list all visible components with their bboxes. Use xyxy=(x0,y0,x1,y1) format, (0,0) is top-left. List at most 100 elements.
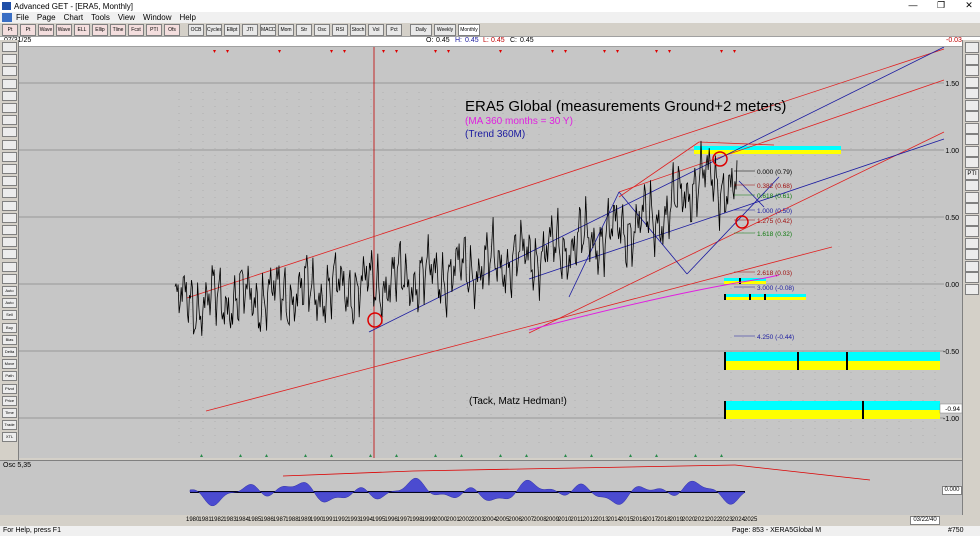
right-tool-15[interactable] xyxy=(965,214,979,226)
toolbar-button-tline[interactable]: Tline xyxy=(110,24,126,36)
right-tool-18[interactable] xyxy=(965,249,979,260)
sell-signal-arrow xyxy=(382,50,385,53)
toolbar-button-cycles[interactable]: Cycles xyxy=(206,24,222,36)
toolbar-button-macd[interactable]: MACD xyxy=(260,24,276,36)
toolbar-button-fcst[interactable]: Fcst xyxy=(128,24,144,36)
toolbar-button-pct[interactable]: Pct xyxy=(386,24,402,36)
projection-band xyxy=(724,401,940,410)
left-tool-15[interactable] xyxy=(2,225,17,235)
left-tool-18[interactable] xyxy=(2,261,17,272)
projection-band xyxy=(694,146,841,150)
left-tool-32[interactable]: XTL xyxy=(2,432,17,443)
right-tool-1[interactable] xyxy=(965,53,979,65)
menu-view[interactable]: View xyxy=(118,13,135,22)
toolbar-button-vol[interactable]: Vol xyxy=(368,24,384,36)
left-tool-1[interactable] xyxy=(2,54,17,65)
left-tool-19[interactable] xyxy=(2,273,17,284)
left-tool-3[interactable] xyxy=(2,78,17,89)
toolbar-button-pt[interactable]: Pt xyxy=(20,24,36,36)
toolbar-button-weekly[interactable]: Weekly xyxy=(434,24,456,36)
right-tool-0[interactable] xyxy=(965,42,979,53)
left-tool-12[interactable] xyxy=(2,188,17,199)
menu-page[interactable]: Page xyxy=(37,13,56,22)
minimize-button[interactable]: — xyxy=(906,0,920,11)
right-tool-14[interactable] xyxy=(965,203,979,214)
toolbar-button-ofs[interactable]: Ofs xyxy=(164,24,180,36)
left-tool-27[interactable]: Path Reg xyxy=(2,371,17,382)
toolbar-button-str[interactable]: Str xyxy=(296,24,312,36)
toolbar-button-stoch[interactable]: Stoch xyxy=(350,24,366,36)
right-tool-13[interactable] xyxy=(965,191,979,203)
toolbar-button-mom[interactable]: Mom xyxy=(278,24,294,36)
price-chart-svg[interactable]: 0.000 (0.79) 0.382 (0.68) 0.618 (0.61) 1.00… xyxy=(19,46,963,458)
left-tool-26[interactable]: Move Arm xyxy=(2,359,17,370)
left-tool-31[interactable]: Trade Profile xyxy=(2,420,17,431)
left-tool-13[interactable] xyxy=(2,200,17,211)
menu-help[interactable]: Help xyxy=(179,13,195,22)
toolbar-button-osc[interactable]: Osc xyxy=(314,24,330,36)
right-tool-10[interactable] xyxy=(965,157,979,168)
menu-window[interactable]: Window xyxy=(143,13,171,22)
left-tool-30[interactable]: Time Cross xyxy=(2,408,17,418)
left-tool-8[interactable] xyxy=(2,139,17,150)
right-tool-19[interactable] xyxy=(965,260,979,272)
right-tool-20[interactable] xyxy=(965,272,979,283)
right-tool-3[interactable] xyxy=(965,76,979,88)
left-tool-28[interactable]: Pivot xyxy=(2,383,17,394)
toolbar-button-ell[interactable]: ELL xyxy=(74,24,90,36)
menu-file[interactable]: File xyxy=(16,13,29,22)
left-tool-22[interactable]: Sell Bank xyxy=(2,310,17,321)
y-tick-label: 1.50 xyxy=(945,81,959,88)
toolbar-button-jti[interactable]: JTI xyxy=(242,24,258,36)
close-button[interactable]: ✕ xyxy=(962,0,976,11)
left-tool-2[interactable] xyxy=(2,66,17,77)
right-tool-5[interactable] xyxy=(965,99,979,111)
right-tool-9[interactable] xyxy=(965,145,979,157)
left-tool-5[interactable] xyxy=(2,103,17,113)
right-tool-8[interactable] xyxy=(965,134,979,145)
right-tool-12[interactable] xyxy=(965,180,979,191)
toolbar-button-wave[interactable]: Wave xyxy=(56,24,72,36)
toolbar-button-daily[interactable]: Daily xyxy=(410,24,432,36)
price-chart[interactable]: 0.000 (0.79) 0.382 (0.68) 0.618 (0.61) 1.00… xyxy=(19,46,963,458)
fib-level-label: 2.618 (0.03) xyxy=(757,270,792,277)
left-tool-0[interactable] xyxy=(2,42,17,52)
toolbar-button-rsi[interactable]: RSI xyxy=(332,24,348,36)
projection-band xyxy=(724,410,940,419)
toolbar-button-pt[interactable]: Pt xyxy=(2,24,18,36)
right-tool-11[interactable]: PTI xyxy=(965,168,979,180)
x-tick-label: 2019 xyxy=(669,517,683,523)
left-tool-29[interactable]: Price Cross xyxy=(2,395,17,406)
right-tool-7[interactable] xyxy=(965,122,979,134)
toolbar-button-ellip[interactable]: Ellip xyxy=(92,24,108,36)
right-tool-2[interactable] xyxy=(965,65,979,76)
left-tool-17[interactable] xyxy=(2,249,17,260)
left-tool-24[interactable]: Bias xyxy=(2,334,17,345)
left-tool-20[interactable]: Auto Gann xyxy=(2,286,17,296)
left-tool-11[interactable] xyxy=(2,176,17,187)
left-tool-6[interactable] xyxy=(2,115,17,126)
oscillator-pane[interactable]: Osc 5,35 0.000 xyxy=(0,460,962,515)
right-tool-4[interactable] xyxy=(965,88,979,99)
left-tool-21[interactable]: Auto Trend xyxy=(2,298,17,309)
toolbar-button-monthly[interactable]: Monthly xyxy=(458,24,480,36)
toolbar-button-ellipt[interactable]: Ellipt xyxy=(224,24,240,36)
left-tool-16[interactable] xyxy=(2,237,17,248)
menu-chart[interactable]: Chart xyxy=(64,13,84,22)
left-tool-4[interactable] xyxy=(2,90,17,101)
left-tool-23[interactable]: Buy Bank xyxy=(2,322,17,333)
toolbar-button-ocb[interactable]: OCB xyxy=(188,24,204,36)
left-tool-10[interactable] xyxy=(2,164,17,174)
left-tool-14[interactable] xyxy=(2,212,17,223)
menu-tools[interactable]: Tools xyxy=(91,13,110,22)
right-tool-6[interactable] xyxy=(965,111,979,122)
toolbar-button-wave[interactable]: Wave xyxy=(38,24,54,36)
restore-button[interactable]: ❐ xyxy=(934,0,948,11)
left-tool-25[interactable]: Delta xyxy=(2,347,17,357)
left-tool-7[interactable] xyxy=(2,127,17,138)
toolbar-button-pti[interactable]: PTI xyxy=(146,24,162,36)
right-tool-17[interactable] xyxy=(965,237,979,249)
right-tool-16[interactable] xyxy=(965,226,979,237)
right-tool-21[interactable] xyxy=(965,283,979,295)
left-tool-9[interactable] xyxy=(2,151,17,162)
